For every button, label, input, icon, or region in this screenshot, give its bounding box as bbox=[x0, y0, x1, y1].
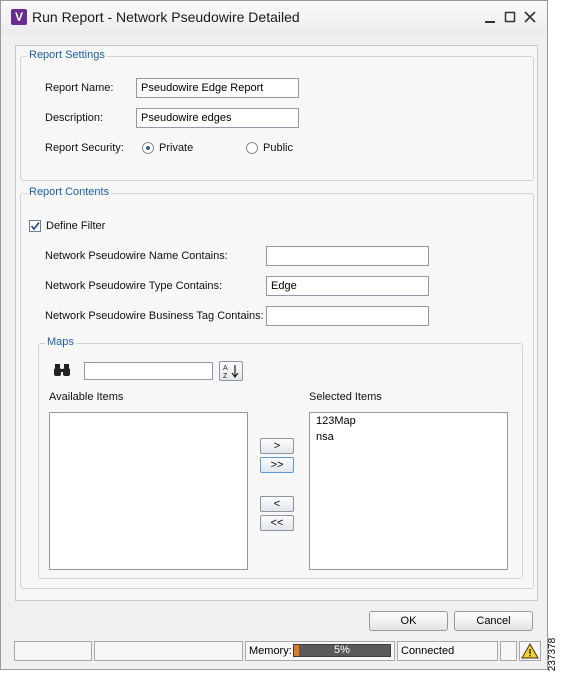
maps-title: Maps bbox=[45, 336, 76, 348]
connection-status: Connected bbox=[397, 641, 498, 661]
checkmark-icon bbox=[30, 221, 40, 231]
figure-code: 237378 bbox=[547, 635, 563, 675]
available-items-label: Available Items bbox=[49, 391, 124, 403]
report-name-field[interactable]: Pseudowire Edge Report bbox=[136, 78, 299, 98]
maps-search-input[interactable] bbox=[84, 362, 213, 380]
define-filter-checkbox[interactable] bbox=[29, 220, 41, 232]
dialog-content: Report Settings Report Name: Pseudowire … bbox=[15, 45, 538, 601]
cancel-button[interactable]: Cancel bbox=[454, 611, 533, 631]
window-title: Run Report - Network Pseudowire Detailed bbox=[32, 9, 300, 25]
memory-percent: 5% bbox=[334, 644, 350, 656]
figure-code-text: 237378 bbox=[547, 637, 559, 672]
name-contains-label: Network Pseudowire Name Contains: bbox=[45, 250, 228, 262]
business-tag-contains-field[interactable] bbox=[266, 306, 429, 326]
sort-az-icon: A Z bbox=[223, 365, 239, 380]
selected-items-label: Selected Items bbox=[309, 391, 382, 403]
list-item[interactable]: 123Map bbox=[316, 415, 356, 427]
description-label: Description: bbox=[45, 112, 104, 124]
svg-text:Z: Z bbox=[223, 373, 228, 380]
maximize-button[interactable] bbox=[501, 7, 519, 27]
move-left-button[interactable]: < bbox=[260, 496, 294, 512]
move-right-button[interactable]: > bbox=[260, 438, 294, 454]
type-contains-field[interactable]: Edge bbox=[266, 276, 429, 296]
list-item[interactable]: nsa bbox=[316, 431, 334, 443]
warning-icon bbox=[521, 642, 539, 659]
report-security-label: Report Security: bbox=[45, 142, 124, 154]
find-button[interactable] bbox=[53, 362, 73, 378]
maximize-icon bbox=[504, 11, 516, 23]
business-tag-contains-label: Network Pseudowire Business Tag Contains… bbox=[45, 310, 264, 322]
move-all-left-button[interactable]: << bbox=[260, 515, 294, 531]
define-filter-label: Define Filter bbox=[46, 220, 106, 232]
report-contents-title: Report Contents bbox=[27, 186, 112, 198]
app-logo-icon: V bbox=[11, 9, 27, 25]
type-contains-label: Network Pseudowire Type Contains: bbox=[45, 280, 223, 292]
minimize-icon bbox=[485, 21, 495, 23]
status-cell-blank bbox=[500, 641, 517, 661]
public-radio-label: Public bbox=[263, 142, 293, 154]
public-radio[interactable] bbox=[246, 142, 258, 154]
memory-label: Memory: bbox=[249, 645, 292, 657]
svg-text:A: A bbox=[223, 365, 228, 372]
status-cell-1 bbox=[14, 641, 92, 661]
name-contains-field[interactable] bbox=[266, 246, 429, 266]
selected-items-list[interactable]: 123Map nsa bbox=[309, 412, 508, 570]
warning-cell[interactable] bbox=[519, 641, 541, 661]
memory-progress-bar: 5% bbox=[293, 644, 391, 657]
move-all-right-button[interactable]: >> bbox=[260, 457, 294, 473]
minimize-button[interactable] bbox=[481, 7, 499, 27]
close-button[interactable] bbox=[521, 7, 539, 27]
title-bar: V Run Report - Network Pseudowire Detail… bbox=[1, 1, 547, 34]
private-radio[interactable] bbox=[142, 142, 154, 154]
run-report-window: V Run Report - Network Pseudowire Detail… bbox=[0, 0, 548, 670]
available-items-list[interactable] bbox=[49, 412, 248, 570]
sort-button[interactable]: A Z bbox=[219, 361, 243, 381]
binoculars-icon bbox=[54, 364, 70, 376]
report-settings-title: Report Settings bbox=[27, 49, 107, 61]
description-field[interactable]: Pseudowire edges bbox=[136, 108, 299, 128]
private-radio-label: Private bbox=[159, 142, 194, 154]
ok-button[interactable]: OK bbox=[369, 611, 448, 631]
status-cell-2 bbox=[94, 641, 243, 661]
report-name-label: Report Name: bbox=[45, 82, 114, 94]
close-icon bbox=[524, 11, 536, 23]
